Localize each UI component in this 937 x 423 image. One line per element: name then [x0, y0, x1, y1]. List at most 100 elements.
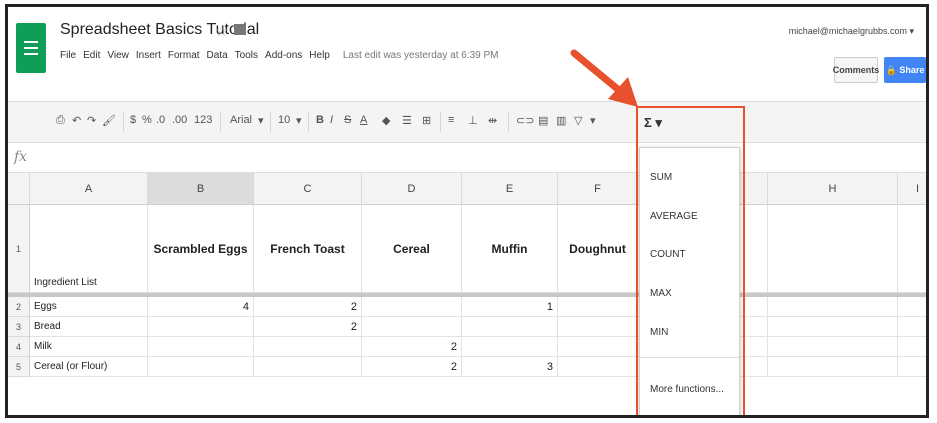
cell-a3[interactable]: Bread: [30, 317, 148, 337]
row-header-4[interactable]: 4: [8, 337, 30, 357]
print-icon[interactable]: ⎙: [56, 114, 65, 127]
document-title[interactable]: Spreadsheet Basics Tutorial: [60, 21, 259, 39]
font-size-select[interactable]: 10: [278, 114, 290, 126]
column-header-h[interactable]: H: [768, 173, 898, 205]
row-header-2[interactable]: 2: [8, 297, 30, 317]
cell-b5[interactable]: [148, 357, 254, 377]
share-button[interactable]: 🔒 Share: [884, 57, 926, 83]
strikethrough-button[interactable]: S: [344, 114, 351, 126]
cell-f2[interactable]: [558, 297, 638, 317]
row-header-5[interactable]: 5: [8, 357, 30, 377]
cell-f4[interactable]: [558, 337, 638, 357]
cell-c1[interactable]: French Toast: [254, 205, 362, 293]
cell-f3[interactable]: [558, 317, 638, 337]
cell-a1[interactable]: Ingredient List: [30, 205, 148, 293]
menu-format[interactable]: Format: [168, 50, 200, 61]
menu-view[interactable]: View: [107, 50, 129, 61]
cell-h4[interactable]: [768, 337, 898, 357]
cell-i1[interactable]: [898, 205, 926, 293]
cell-h2[interactable]: [768, 297, 898, 317]
cell-d2[interactable]: [362, 297, 462, 317]
cell-h1[interactable]: [768, 205, 898, 293]
insert-link-icon[interactable]: ⊂⊃: [516, 114, 534, 127]
user-account[interactable]: michael@michaelgrubbs.com ▾: [789, 26, 914, 37]
insert-chart-icon[interactable]: ▥: [556, 114, 566, 127]
cell-i5[interactable]: [898, 357, 926, 377]
increase-decimal-button[interactable]: .00: [172, 114, 187, 126]
cell-e4[interactable]: [462, 337, 558, 357]
menu-tools[interactable]: Tools: [235, 50, 258, 61]
menu-data[interactable]: Data: [207, 50, 228, 61]
cell-c4[interactable]: [254, 337, 362, 357]
cell-d4[interactable]: 2: [362, 337, 462, 357]
cell-c5[interactable]: [254, 357, 362, 377]
undo-icon[interactable]: ↶: [72, 114, 81, 127]
cell-a5[interactable]: Cereal (or Flour): [30, 357, 148, 377]
font-size-dropdown-icon[interactable]: ▾: [296, 114, 302, 127]
formula-bar[interactable]: fx: [8, 143, 926, 173]
font-select[interactable]: Arial: [230, 114, 252, 126]
select-all-corner[interactable]: [8, 173, 30, 205]
more-formats-button[interactable]: 123: [194, 114, 212, 126]
comments-button[interactable]: Comments: [833, 57, 879, 83]
decrease-decimal-button[interactable]: .0: [156, 114, 165, 126]
merge-cells-icon[interactable]: ⊞: [422, 114, 431, 127]
cell-d5[interactable]: 2: [362, 357, 462, 377]
menu-file[interactable]: File: [60, 50, 76, 61]
cell-e1[interactable]: Muffin: [462, 205, 558, 293]
cell-e3[interactable]: [462, 317, 558, 337]
cell-a2[interactable]: Eggs: [30, 297, 148, 317]
column-header-a[interactable]: A: [30, 173, 148, 205]
vertical-align-icon[interactable]: ⊥: [468, 114, 478, 127]
horizontal-align-icon[interactable]: ≡: [448, 114, 454, 126]
folder-icon[interactable]: [234, 24, 246, 35]
cell-i4[interactable]: [898, 337, 926, 357]
cell-b2[interactable]: 4: [148, 297, 254, 317]
insert-comment-icon[interactable]: ▤: [538, 114, 548, 127]
cell-f1[interactable]: Doughnut: [558, 205, 638, 293]
cell-i3[interactable]: [898, 317, 926, 337]
bold-button[interactable]: B: [316, 114, 324, 126]
fill-color-icon[interactable]: ◆: [382, 114, 390, 127]
column-header-b[interactable]: B: [148, 173, 254, 205]
menu-insert[interactable]: Insert: [136, 50, 161, 61]
cell-a4[interactable]: Milk: [30, 337, 148, 357]
cell-b3[interactable]: [148, 317, 254, 337]
menu-addons[interactable]: Add-ons: [265, 50, 302, 61]
text-wrap-icon[interactable]: ⇹: [488, 114, 497, 127]
cell-f5[interactable]: [558, 357, 638, 377]
cell-e5[interactable]: 3: [462, 357, 558, 377]
cell-d1[interactable]: Cereal: [362, 205, 462, 293]
menu-edit[interactable]: Edit: [83, 50, 100, 61]
cell-i2[interactable]: [898, 297, 926, 317]
redo-icon[interactable]: ↷: [87, 114, 96, 127]
column-header-d[interactable]: D: [362, 173, 462, 205]
font-dropdown-icon[interactable]: ▾: [258, 114, 264, 127]
filter-icon[interactable]: ▽: [574, 114, 582, 127]
italic-button[interactable]: I: [330, 114, 333, 126]
column-header-e[interactable]: E: [462, 173, 558, 205]
row-header-1[interactable]: 1: [8, 205, 30, 293]
cell-c2[interactable]: 2: [254, 297, 362, 317]
paint-format-icon[interactable]: 🖌: [102, 114, 116, 127]
cell-c3[interactable]: 2: [254, 317, 362, 337]
column-header-f[interactable]: F: [558, 173, 638, 205]
menu-help[interactable]: Help: [309, 50, 330, 61]
row-header-3[interactable]: 3: [8, 317, 30, 337]
column-header-i[interactable]: I: [898, 173, 926, 205]
cell-h3[interactable]: [768, 317, 898, 337]
last-edit-link[interactable]: Last edit was yesterday at 6:39 PM: [343, 50, 499, 61]
star-icon[interactable]: ☆: [215, 22, 228, 40]
borders-icon[interactable]: ☰: [402, 114, 412, 127]
cell-e2[interactable]: 1: [462, 297, 558, 317]
percent-button[interactable]: %: [142, 114, 152, 126]
filter-dropdown-icon[interactable]: ▾: [590, 114, 596, 127]
text-color-button[interactable]: A: [360, 114, 367, 126]
sheets-logo-icon[interactable]: [16, 23, 46, 73]
cell-d3[interactable]: [362, 317, 462, 337]
cell-h5[interactable]: [768, 357, 898, 377]
cell-b1[interactable]: Scrambled Eggs: [148, 205, 254, 293]
column-header-c[interactable]: C: [254, 173, 362, 205]
currency-button[interactable]: $: [130, 114, 136, 126]
cell-b4[interactable]: [148, 337, 254, 357]
